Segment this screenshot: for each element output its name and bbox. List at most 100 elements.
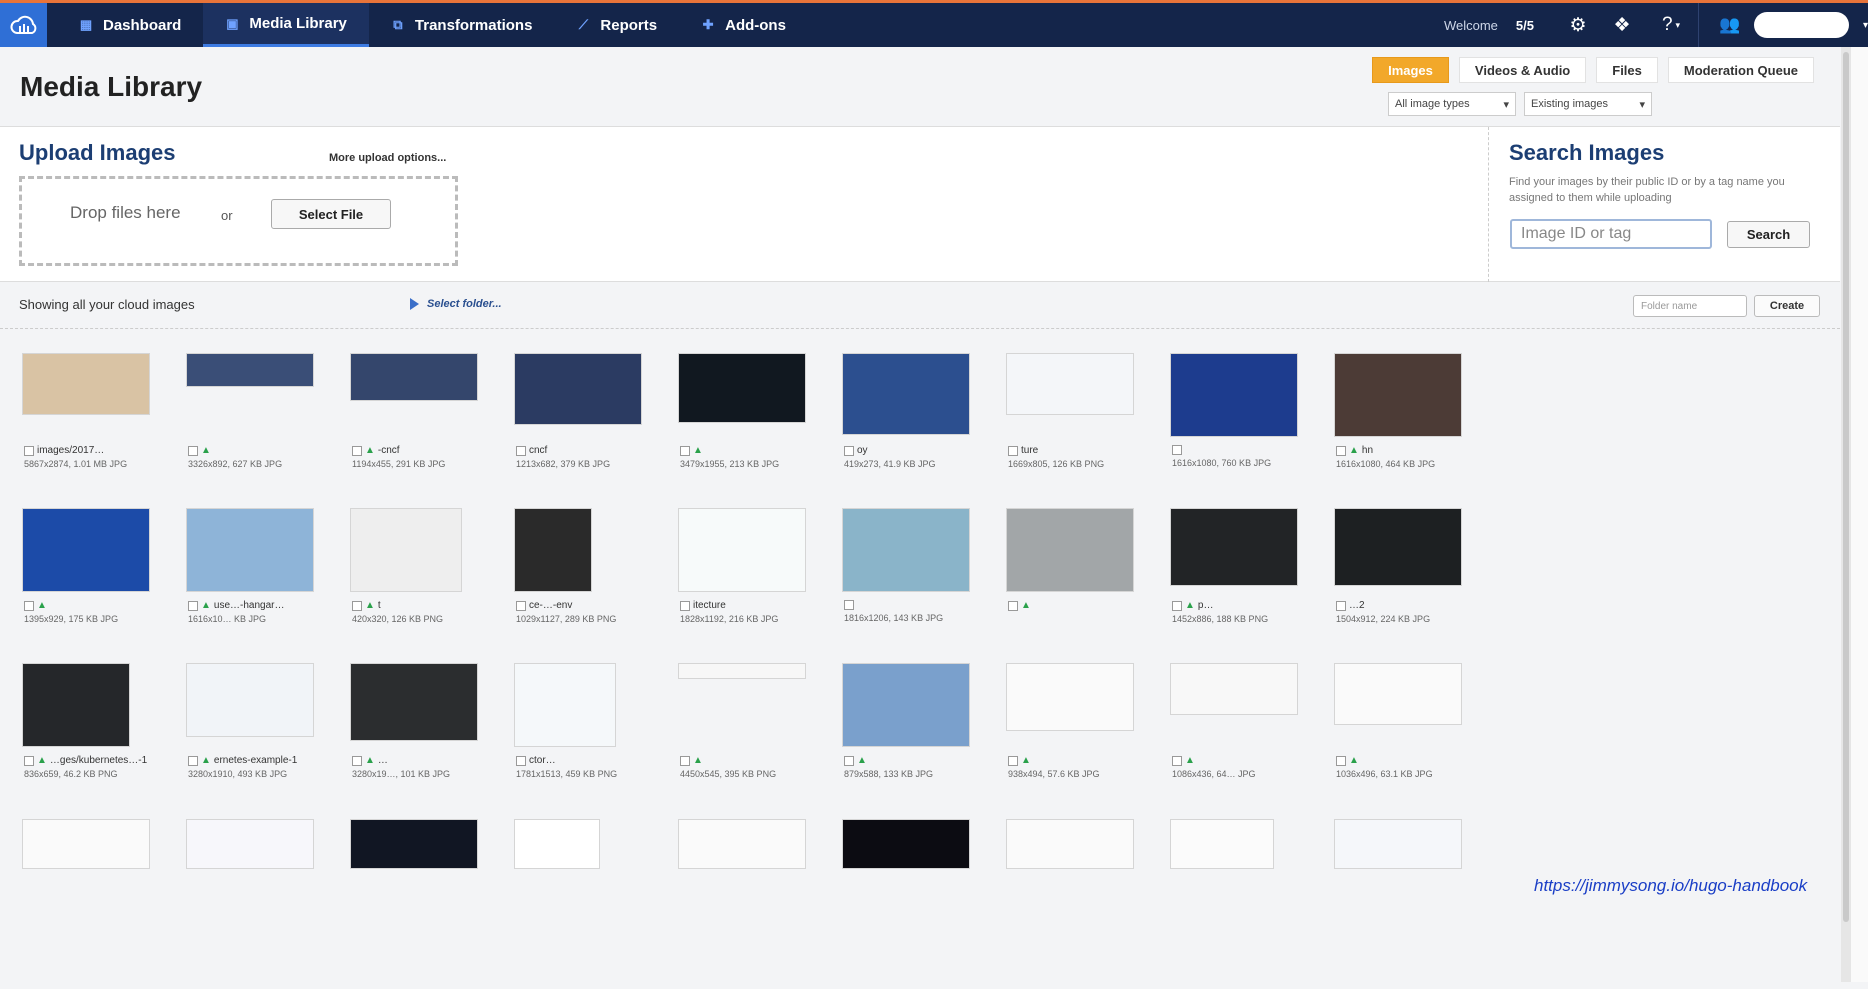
- image-card[interactable]: oy 419x273, 41.9 KB JPG: [842, 353, 1002, 523]
- image-card[interactable]: ▲ 938x494, 57.6 KB JPG: [1006, 663, 1166, 833]
- nav-item-transformations[interactable]: ⧉ Transformations: [369, 3, 555, 47]
- tab-moderation-queue[interactable]: Moderation Queue: [1667, 57, 1814, 83]
- select-checkbox[interactable]: [516, 445, 526, 456]
- image-card[interactable]: ctor… 1781x1513, 459 KB PNG: [514, 663, 674, 833]
- nav-item-dashboard[interactable]: ▦ Dashboard: [57, 3, 203, 47]
- image-card[interactable]: ▲ ernetes-example-1 3280x1910, 493 KB JPG: [186, 663, 346, 833]
- select-checkbox[interactable]: [1172, 445, 1182, 455]
- more-upload-options-link[interactable]: More upload options...: [329, 152, 446, 164]
- layers-icon[interactable]: ❖: [1600, 3, 1644, 47]
- image-thumbnail[interactable]: [1334, 663, 1462, 725]
- select-checkbox[interactable]: [1172, 600, 1182, 611]
- select-checkbox[interactable]: [516, 755, 526, 766]
- help-icon[interactable]: ? ▾: [1644, 3, 1698, 47]
- image-card[interactable]: [842, 819, 1002, 989]
- image-thumbnail[interactable]: [350, 819, 478, 869]
- image-card[interactable]: [186, 819, 346, 989]
- image-card[interactable]: ▲ 3479x1955, 213 KB JPG: [678, 353, 838, 523]
- image-card[interactable]: ▲ 879x588, 133 KB JPG: [842, 663, 1002, 833]
- select-checkbox[interactable]: [516, 600, 526, 611]
- select-file-button[interactable]: Select File: [271, 199, 391, 229]
- image-card[interactable]: ▲ 1395x929, 175 KB JPG: [22, 508, 182, 678]
- image-thumbnail[interactable]: [514, 508, 592, 592]
- image-thumbnail[interactable]: [1170, 353, 1298, 437]
- image-card[interactable]: ▲ -cncf 1194x455, 291 KB JPG: [350, 353, 510, 523]
- select-checkbox[interactable]: [24, 445, 34, 456]
- image-thumbnail[interactable]: [842, 508, 970, 592]
- select-checkbox[interactable]: [1336, 600, 1346, 611]
- folder-name-input[interactable]: Folder name: [1633, 295, 1747, 317]
- image-card[interactable]: ce-…-env 1029x1127, 289 KB PNG: [514, 508, 674, 678]
- select-checkbox[interactable]: [680, 600, 690, 611]
- select-checkbox[interactable]: [24, 755, 34, 766]
- select-checkbox[interactable]: [1008, 755, 1018, 766]
- select-checkbox[interactable]: [188, 600, 198, 611]
- nav-item-add-ons[interactable]: ✚ Add-ons: [679, 3, 808, 47]
- image-thumbnail[interactable]: [186, 819, 314, 869]
- select-checkbox[interactable]: [188, 755, 198, 766]
- image-thumbnail[interactable]: [350, 508, 462, 592]
- image-thumbnail[interactable]: [1006, 819, 1134, 869]
- image-card[interactable]: ▲ 4450x545, 395 KB PNG: [678, 663, 838, 833]
- image-thumbnail[interactable]: [186, 508, 314, 592]
- gear-icon[interactable]: ⚙: [1556, 3, 1600, 47]
- drop-zone[interactable]: Drop files here or Select File: [19, 176, 458, 266]
- image-card[interactable]: [22, 819, 182, 989]
- image-card[interactable]: ▲ …ges/kubernetes…-1 836x659, 46.2 KB PNG: [22, 663, 182, 833]
- image-card[interactable]: ▲ use…-hangar… 1616x10… KB JPG: [186, 508, 346, 678]
- image-thumbnail[interactable]: [842, 819, 970, 869]
- select-checkbox[interactable]: [680, 755, 690, 766]
- search-input[interactable]: Image ID or tag: [1510, 219, 1712, 249]
- nav-item-reports[interactable]: ⟋ Reports: [554, 3, 679, 47]
- image-card[interactable]: [1334, 819, 1494, 989]
- image-thumbnail[interactable]: [514, 663, 616, 747]
- select-checkbox[interactable]: [1172, 755, 1182, 766]
- image-thumbnail[interactable]: [22, 663, 130, 747]
- tab-videos-audio[interactable]: Videos & Audio: [1458, 57, 1587, 83]
- image-card[interactable]: ▲: [1006, 508, 1166, 678]
- select-checkbox[interactable]: [352, 600, 362, 611]
- image-thumbnail[interactable]: [1006, 663, 1134, 731]
- image-card[interactable]: [1170, 819, 1330, 989]
- tab-images[interactable]: Images: [1372, 57, 1449, 83]
- select-folder-link[interactable]: Select folder...: [410, 298, 502, 310]
- image-card[interactable]: …2 1504x912, 224 KB JPG: [1334, 508, 1494, 678]
- select-checkbox[interactable]: [352, 755, 362, 766]
- image-thumbnail[interactable]: [842, 353, 970, 435]
- image-type-select[interactable]: All image types ▾: [1388, 92, 1516, 116]
- image-card[interactable]: [514, 819, 674, 989]
- nav-item-media-library[interactable]: ▣ Media Library: [203, 3, 369, 47]
- image-thumbnail[interactable]: [1170, 663, 1298, 715]
- image-card[interactable]: images/2017… 5867x2874, 1.01 MB JPG: [22, 353, 182, 523]
- image-thumbnail[interactable]: [1006, 508, 1134, 592]
- select-checkbox[interactable]: [1336, 445, 1346, 456]
- image-card[interactable]: ture 1669x805, 126 KB PNG: [1006, 353, 1166, 523]
- image-thumbnail[interactable]: [678, 508, 806, 592]
- image-thumbnail[interactable]: [22, 819, 150, 869]
- image-thumbnail[interactable]: [22, 353, 150, 415]
- image-card[interactable]: [350, 819, 510, 989]
- image-thumbnail[interactable]: [22, 508, 150, 592]
- image-thumbnail[interactable]: [186, 353, 314, 387]
- scrollbar-thumb[interactable]: [1843, 52, 1849, 922]
- image-thumbnail[interactable]: [514, 819, 600, 869]
- search-button[interactable]: Search: [1727, 221, 1810, 248]
- select-checkbox[interactable]: [1008, 600, 1018, 611]
- image-thumbnail[interactable]: [1006, 353, 1134, 415]
- image-thumbnail[interactable]: [514, 353, 642, 425]
- image-card[interactable]: [1006, 819, 1166, 989]
- image-card[interactable]: 1816x1206, 143 KB JPG: [842, 508, 1002, 678]
- image-thumbnail[interactable]: [1170, 819, 1274, 869]
- image-state-select[interactable]: Existing images ▾: [1524, 92, 1652, 116]
- select-checkbox[interactable]: [844, 600, 854, 610]
- select-checkbox[interactable]: [1336, 755, 1346, 766]
- select-checkbox[interactable]: [680, 445, 690, 456]
- select-checkbox[interactable]: [844, 755, 854, 766]
- image-thumbnail[interactable]: [1170, 508, 1298, 586]
- image-card[interactable]: ▲ p… 1452x886, 188 KB PNG: [1170, 508, 1330, 678]
- image-thumbnail[interactable]: [678, 353, 806, 423]
- select-checkbox[interactable]: [352, 445, 362, 456]
- image-card[interactable]: ▲ t 420x320, 126 KB PNG: [350, 508, 510, 678]
- image-thumbnail[interactable]: [350, 353, 478, 401]
- create-folder-button[interactable]: Create: [1754, 295, 1820, 317]
